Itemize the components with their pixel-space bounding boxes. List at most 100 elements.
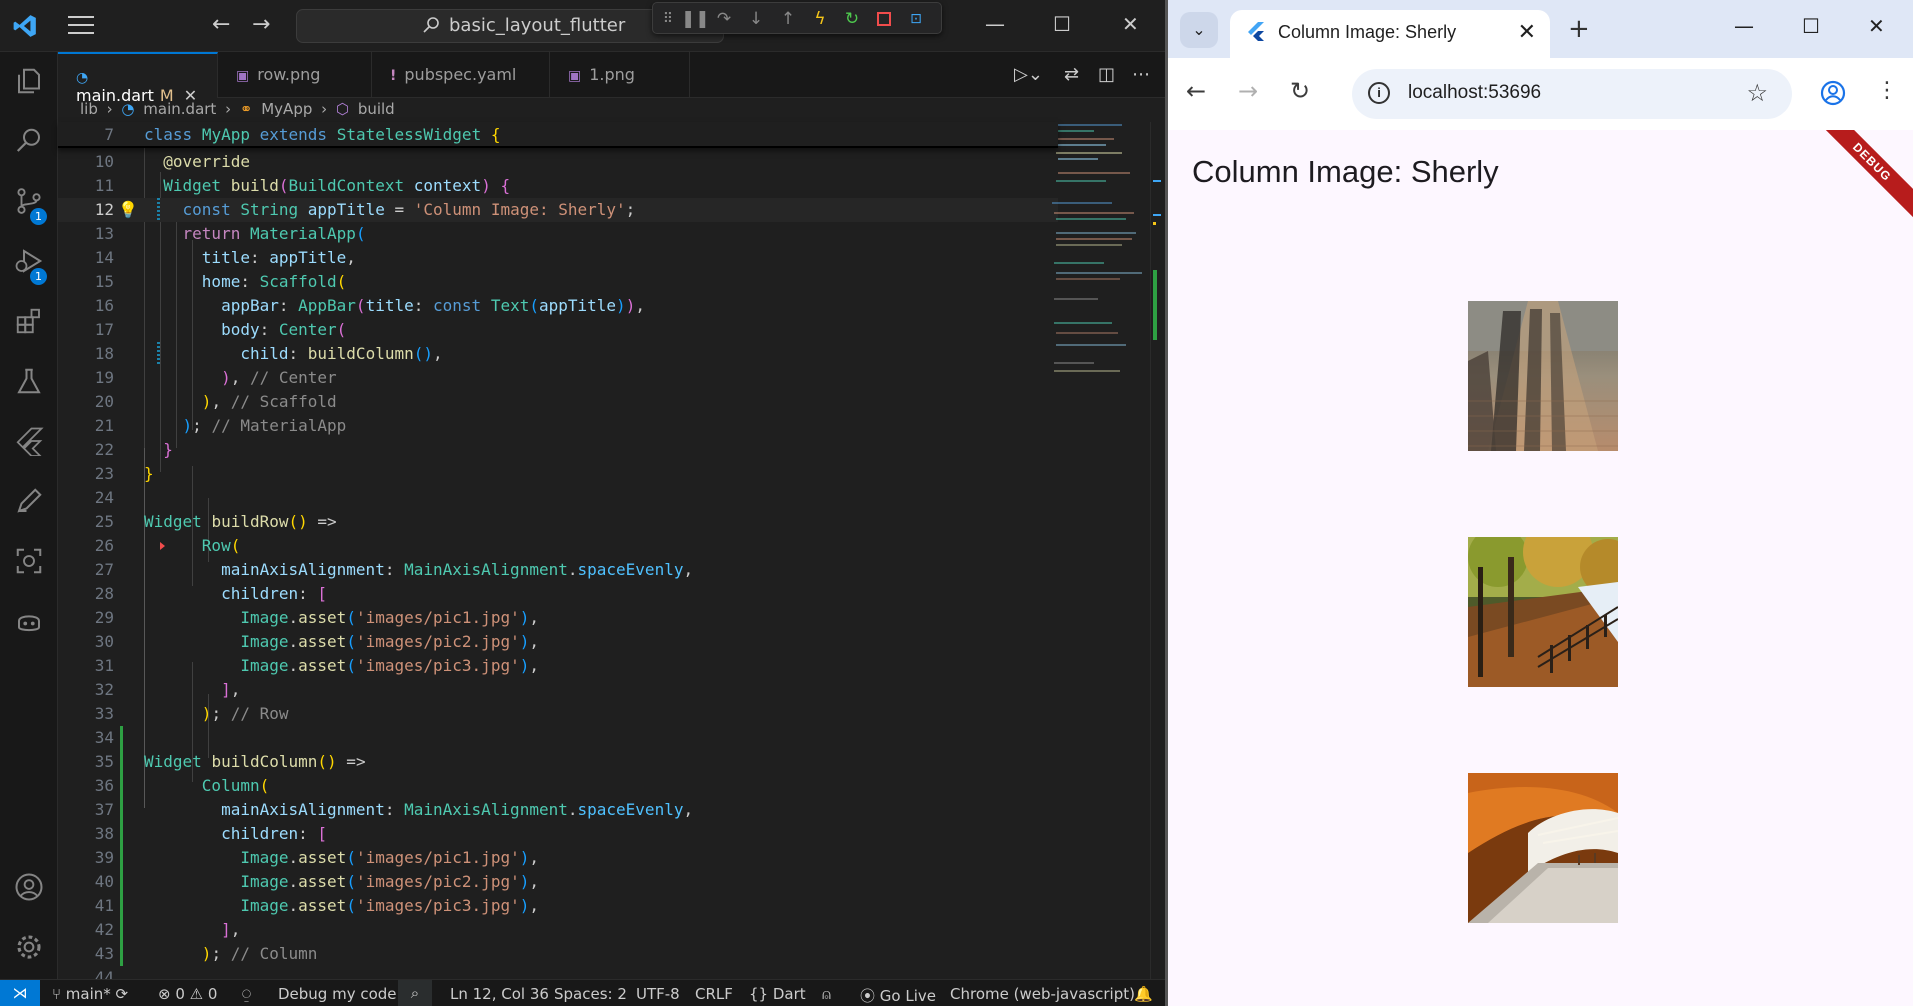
account-icon[interactable] [14, 872, 44, 902]
maximize-icon[interactable]: ☐ [1802, 14, 1820, 38]
debug-status[interactable]: ⍜ [242, 985, 251, 1003]
step-over-icon[interactable]: ↷ [713, 8, 735, 30]
explorer-icon[interactable] [14, 66, 44, 96]
drag-handle-icon[interactable]: ⠿ [657, 8, 679, 30]
forward-arrow-icon[interactable]: → [252, 12, 270, 37]
close-window-icon[interactable]: ✕ [1868, 14, 1885, 38]
step-into-icon[interactable]: ↓ [745, 8, 767, 30]
branch-status[interactable]: ⑂ main* ⟳ [52, 985, 128, 1003]
tab-1-png[interactable]: ▣ 1.png [550, 52, 690, 98]
source-control-badge: 1 [30, 208, 47, 225]
file-encoding[interactable]: UTF-8 [636, 985, 680, 1003]
split-editor-icon[interactable]: ◫ [1098, 64, 1115, 85]
bookmark-star-icon[interactable]: ☆ [1746, 79, 1768, 108]
menu-hamburger-icon[interactable] [68, 16, 94, 36]
settings-gear-icon[interactable] [14, 932, 44, 962]
stop-icon[interactable] [873, 8, 895, 30]
minimap[interactable] [1050, 122, 1155, 382]
close-window-icon[interactable]: ✕ [1122, 12, 1139, 36]
pencil-edit-icon[interactable] [14, 486, 44, 516]
dart-file-icon: ◔ [76, 70, 89, 86]
minimize-icon[interactable]: — [985, 12, 1005, 36]
back-arrow-icon[interactable]: ← [212, 12, 230, 37]
browser-toolbar: ← → ↻ i localhost:53696 ☆ ⋮ [1168, 58, 1913, 130]
class-symbol-icon: ⚭ [239, 100, 253, 118]
chevron-right-icon: › [106, 100, 113, 118]
remote-explorer-icon[interactable] [14, 546, 44, 576]
code-editor[interactable]: 7 class MyApp extends StatelessWidget { 1… [58, 122, 1108, 979]
image-file-icon: ▣ [236, 68, 250, 84]
git-branch-icon: ⑂ [52, 985, 66, 1003]
broadcast-icon: ⦿ [860, 987, 880, 1005]
sticky-scroll-header[interactable]: 7 class MyApp extends StatelessWidget { [58, 122, 1058, 148]
reload-icon[interactable]: ↻ [1290, 77, 1310, 105]
tab-pubspec-yaml[interactable]: ! pubspec.yaml [372, 52, 550, 98]
breadcrumb-item[interactable]: build [358, 100, 395, 118]
editor-scrollbar[interactable] [1150, 122, 1164, 979]
debug-target[interactable]: Debug my code [278, 985, 397, 1003]
notifications-bell-icon[interactable]: 🔔 [1134, 985, 1153, 1003]
compare-changes-icon[interactable]: ⇄ [1064, 64, 1079, 85]
profile-icon[interactable] [1820, 80, 1846, 106]
back-arrow-icon[interactable]: ← [1186, 77, 1206, 105]
breadcrumb-item[interactable]: main.dart [143, 100, 216, 118]
language-mode[interactable]: {} Dart [749, 985, 806, 1003]
zoom-icon[interactable]: ⌕ [398, 980, 432, 1006]
forward-arrow-icon[interactable]: → [1238, 77, 1258, 105]
pic2-image [1468, 537, 1618, 687]
indent-spaces[interactable]: Spaces: 2 [554, 985, 627, 1003]
pic3-image [1468, 773, 1618, 923]
tab-title: Column Image: Sherly [1278, 22, 1457, 42]
chevron-right-icon: › [225, 100, 232, 118]
error-icon: ⊗ [158, 985, 176, 1003]
step-out-icon[interactable]: ↑ [777, 8, 799, 30]
search-view-icon[interactable] [14, 126, 44, 156]
copilot-status-icon[interactable]: ⍝ [822, 985, 831, 1003]
warning-icon: ⚠ [184, 985, 208, 1003]
maximize-icon[interactable]: ☐ [1053, 12, 1071, 36]
remote-indicator-icon[interactable]: ⋊ [0, 980, 40, 1006]
cursor-position[interactable]: Ln 12, Col 36 [450, 985, 549, 1003]
inspect-widget-icon[interactable]: ⊡ [905, 8, 927, 30]
flutter-icon[interactable] [14, 426, 44, 456]
debug-icon: ⍜ [242, 985, 252, 1003]
run-debug-dropdown-icon[interactable]: ▷⌄ [1014, 64, 1043, 85]
chrome-window: ⌄ Column Image: Sherly ✕ + — ☐ ✕ ← → ↻ i… [1168, 0, 1913, 1006]
image-file-icon: ▣ [568, 68, 582, 84]
address-bar[interactable]: i localhost:53696 ☆ [1352, 69, 1792, 119]
error-count: 0 [175, 985, 185, 1003]
braces-icon: {} [749, 985, 773, 1003]
breadcrumb: lib › ◔ main.dart › ⚭ MyApp › ⬡ build [58, 98, 1165, 122]
search-text: basic_layout_flutter [449, 15, 626, 36]
status-bar: ⋊ ⑂ main* ⟳ ⊗ 0 ⚠ 0 ⍜ Debug my code ⌕ Ln… [0, 979, 1165, 1006]
problems-status[interactable]: ⊗ 0 ⚠ 0 [158, 985, 217, 1003]
tab-search-chevron-icon[interactable]: ⌄ [1180, 12, 1218, 48]
tab-label: 1.png [589, 65, 635, 84]
flutter-app-page: Column Image: Sherly DEBUG [1168, 130, 1913, 1006]
minimize-icon[interactable]: — [1734, 14, 1754, 38]
tab-main-dart[interactable]: ◔main.dart M ✕ [58, 52, 218, 105]
flutter-device[interactable]: Chrome (web-javascript) [950, 985, 1135, 1003]
more-actions-icon[interactable]: ⋯ [1132, 64, 1150, 85]
debug-banner: DEBUG [1811, 130, 1913, 223]
site-info-icon[interactable]: i [1368, 82, 1390, 104]
pause-icon[interactable]: ❚❚ [681, 8, 710, 30]
activity-bar: 1 1 [0, 52, 58, 979]
app-bar-title: Column Image: Sherly [1192, 154, 1499, 189]
extensions-icon[interactable] [14, 306, 44, 336]
copilot-icon[interactable] [14, 606, 44, 636]
hot-reload-icon[interactable]: ϟ [809, 8, 831, 30]
new-tab-plus-icon[interactable]: + [1568, 14, 1590, 44]
tab-row-png[interactable]: ▣ row.png [218, 52, 372, 98]
breadcrumb-item[interactable]: MyApp [261, 100, 312, 118]
close-tab-icon[interactable]: ✕ [1518, 19, 1536, 45]
breadcrumb-item[interactable]: lib [80, 100, 98, 118]
url-text: localhost:53696 [1408, 82, 1542, 103]
restart-icon[interactable]: ↻ [841, 8, 863, 30]
go-live-status[interactable]: ⦿ Go Live [860, 985, 936, 1006]
testing-flask-icon[interactable] [14, 366, 44, 396]
vscode-logo-icon[interactable] [12, 13, 38, 39]
line-ending[interactable]: CRLF [695, 985, 733, 1003]
browser-tab[interactable]: Column Image: Sherly ✕ [1230, 10, 1550, 58]
more-menu-icon[interactable]: ⋮ [1876, 78, 1898, 103]
